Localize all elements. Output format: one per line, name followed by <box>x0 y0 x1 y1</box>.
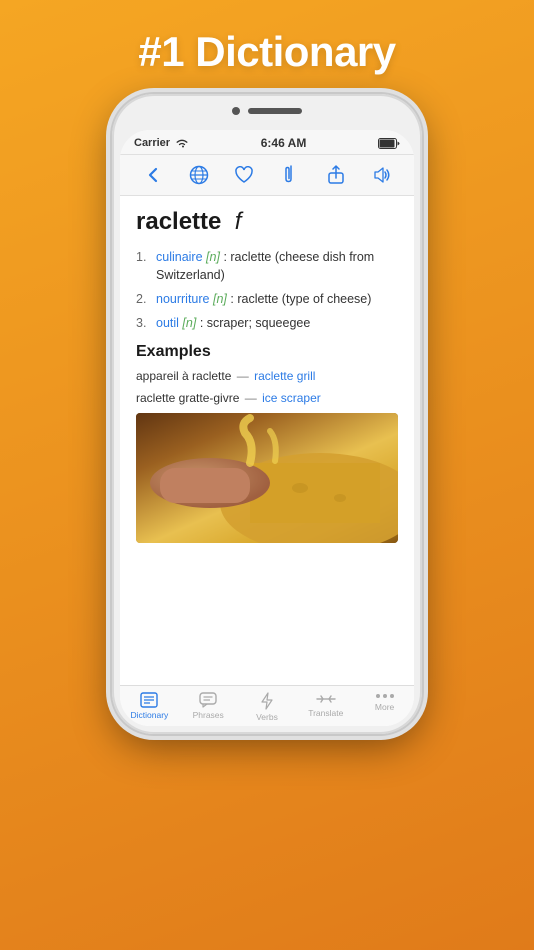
tab-phrases-label: Phrases <box>193 710 224 720</box>
tab-dictionary[interactable]: Dictionary <box>120 690 179 724</box>
favorite-button[interactable] <box>221 162 267 188</box>
content-area: raclette f 1. culinaire [n] : raclette (… <box>120 196 414 685</box>
tab-verbs-label: Verbs <box>256 712 278 722</box>
phone-frame: Carrier 6:46 AM <box>112 94 422 734</box>
share-button[interactable] <box>313 161 359 189</box>
carrier-label: Carrier <box>134 137 170 149</box>
globe-button[interactable] <box>176 161 222 189</box>
tab-dictionary-label: Dictionary <box>131 710 169 720</box>
example-source-2: raclette gratte-givre <box>136 391 239 405</box>
status-time: 6:46 AM <box>261 136 307 150</box>
chat-icon <box>199 692 217 708</box>
def-body-1: culinaire [n] : raclette (cheese dish fr… <box>156 248 398 284</box>
example-item-2: raclette gratte-givre — ice scraper <box>136 389 398 407</box>
tab-translate[interactable]: Translate <box>296 690 355 724</box>
def-num-1: 1. <box>136 248 150 284</box>
def-body-3: outil [n] : scraper; squeegee <box>156 314 310 332</box>
speaker-button[interactable] <box>358 162 404 188</box>
front-camera <box>232 107 240 115</box>
speaker-icon <box>371 166 391 184</box>
def-word-2: nourriture <box>156 292 210 306</box>
status-right <box>378 138 400 149</box>
def-num-2: 2. <box>136 290 150 308</box>
phone-mockup: Carrier 6:46 AM <box>112 94 422 734</box>
battery-icon <box>378 138 400 149</box>
def-num-3: 3. <box>136 314 150 332</box>
earpiece-speaker <box>248 108 302 114</box>
tab-more[interactable]: More <box>355 690 414 724</box>
lightning-icon <box>260 692 274 710</box>
word-pos: f <box>235 208 242 235</box>
def-tag-1: [n] <box>206 250 220 264</box>
example-source-1: appareil à raclette <box>136 369 231 383</box>
example-item-1: appareil à raclette — raclette grill <box>136 367 398 385</box>
def-body-2: nourriture [n] : raclette (type of chees… <box>156 290 371 308</box>
heart-icon <box>234 166 254 184</box>
def-tag-2: [n] <box>213 292 227 306</box>
def-word-1: culinaire <box>156 250 203 264</box>
examples-heading: Examples <box>136 343 398 361</box>
tab-phrases[interactable]: Phrases <box>179 690 238 724</box>
status-bar: Carrier 6:46 AM <box>120 130 414 155</box>
def-text-2: : raclette (type of cheese) <box>230 292 371 306</box>
back-icon <box>148 167 158 183</box>
example-trans-2: ice scraper <box>262 391 321 405</box>
translate-icon <box>316 692 336 706</box>
definition-item-2: 2. nourriture [n] : raclette (type of ch… <box>136 290 398 308</box>
globe-icon <box>189 165 209 185</box>
word-text: raclette <box>136 208 221 235</box>
status-left: Carrier <box>134 137 189 149</box>
toolbar <box>120 155 414 196</box>
app-headline: #1 Dictionary <box>138 28 395 76</box>
definition-item-1: 1. culinaire [n] : raclette (cheese dish… <box>136 248 398 284</box>
example-dash-1: — <box>237 369 252 383</box>
definitions-list: 1. culinaire [n] : raclette (cheese dish… <box>136 248 398 333</box>
share-icon <box>327 165 345 185</box>
tab-bar: Dictionary Phrases <box>120 685 414 726</box>
phone-top-bar <box>232 107 302 115</box>
word-title: raclette f <box>136 208 398 236</box>
wifi-icon <box>175 138 189 149</box>
definition-item-3: 3. outil [n] : scraper; squeegee <box>136 314 398 332</box>
clip-icon <box>282 165 298 185</box>
example-dash-2: — <box>245 391 260 405</box>
back-button[interactable] <box>130 163 176 187</box>
bookmark-icon <box>140 692 158 708</box>
phone-screen: Carrier 6:46 AM <box>120 130 414 726</box>
tab-verbs[interactable]: Verbs <box>238 690 297 724</box>
def-word-3: outil <box>156 316 179 330</box>
food-illustration <box>136 413 398 543</box>
def-text-3: : scraper; squeegee <box>200 316 311 330</box>
note-button[interactable] <box>267 161 313 189</box>
dots-icon <box>376 692 394 700</box>
tab-more-label: More <box>375 702 394 712</box>
example-trans-1: raclette grill <box>254 369 315 383</box>
food-image <box>136 413 398 543</box>
def-tag-3: [n] <box>182 316 196 330</box>
tab-translate-label: Translate <box>308 708 343 718</box>
